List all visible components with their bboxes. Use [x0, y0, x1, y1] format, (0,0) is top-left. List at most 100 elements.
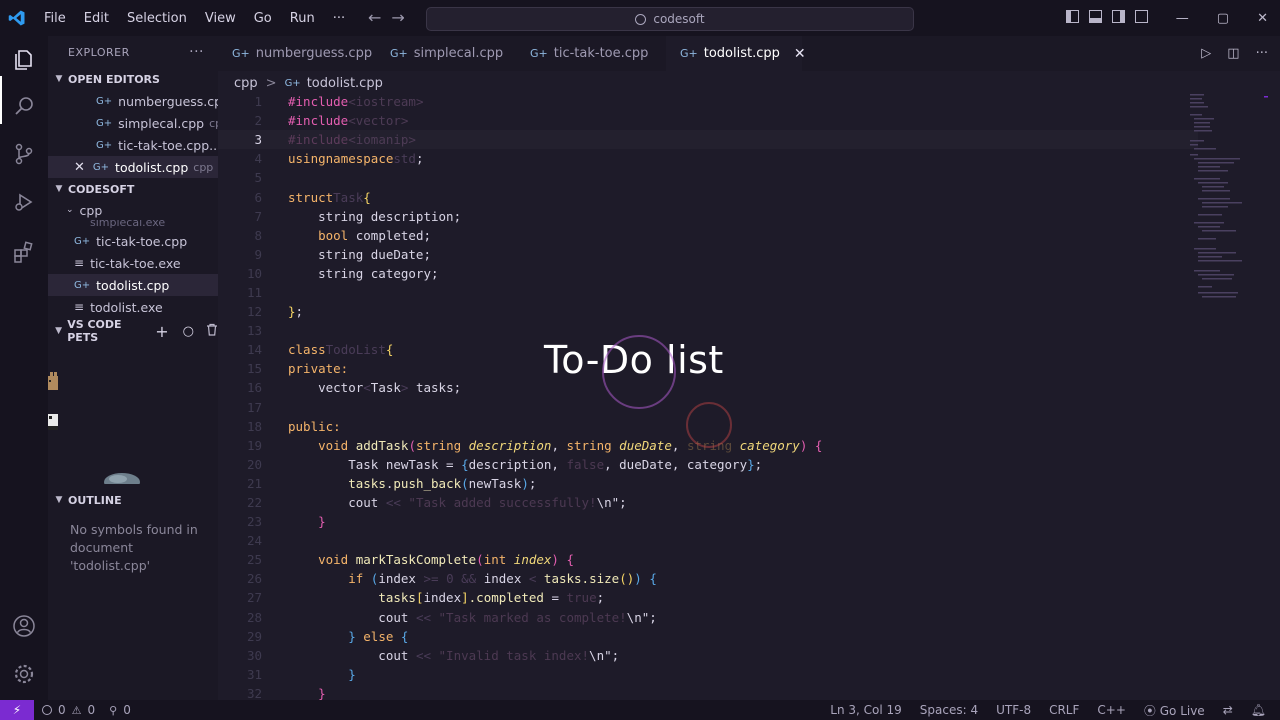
language-mode[interactable]: C++ [1097, 703, 1126, 717]
close-editor-icon[interactable]: ✕ [74, 160, 85, 175]
extensions-icon[interactable] [12, 240, 36, 264]
end-of-line[interactable]: CRLF [1049, 703, 1079, 717]
token: ] [461, 590, 469, 606]
explorer-more-button[interactable]: ··· [189, 44, 204, 60]
file-item[interactable]: G+ tic-tak-toe.cpp [48, 230, 218, 252]
line-number: 19 [246, 437, 262, 453]
menu-selection[interactable]: Selection [127, 11, 187, 26]
token: = [543, 590, 567, 606]
activity-bar [0, 36, 48, 700]
token: completed; [348, 227, 432, 243]
maximize-button[interactable]: ▢ [1217, 11, 1229, 26]
token: Task newTask = [288, 456, 462, 472]
status-bar: ⚡ 0 ⚠ 0 ⚲ 0 Ln 3, Col 19 Spaces: 4 UTF-8… [0, 700, 1280, 720]
token: } [288, 304, 296, 320]
toggle-sidebar-icon[interactable] [1066, 10, 1079, 23]
chevron-down-icon: ▼ [55, 495, 63, 505]
remote-indicator[interactable]: ⚡ [0, 700, 34, 720]
account-sync-icon[interactable]: ⇄ [1223, 703, 1233, 717]
token: << [415, 609, 431, 625]
run-debug-icon[interactable] [12, 190, 36, 214]
outline-section[interactable]: ▼ OUTLINE [48, 489, 218, 511]
file-item[interactable]: ≡ todolist.exe [48, 296, 218, 318]
file-item-active[interactable]: G+ todolist.cpp [48, 274, 218, 296]
open-editor-item-active[interactable]: ✕ G+ todolist.cpp cpp [48, 156, 218, 178]
open-editor-item[interactable]: G+ numberguess.cp... [48, 90, 218, 112]
line-number: 12 [246, 304, 262, 320]
file-name: todolist.exe [90, 299, 163, 315]
menu-more[interactable]: ··· [333, 11, 345, 26]
open-editor-item[interactable]: G+ tic-tak-toe.cpp... [48, 134, 218, 156]
source-control-icon[interactable] [12, 142, 36, 166]
settings-gear-icon[interactable] [12, 662, 36, 686]
token: false [566, 456, 605, 472]
tab-tic-tak-toe[interactable]: G+ tic-tak-toe.cpp [516, 36, 666, 71]
token: [ [415, 590, 424, 606]
cursor-position[interactable]: Ln 3, Col 19 [830, 703, 902, 717]
split-editor-icon[interactable]: ◫ [1227, 46, 1239, 61]
minimize-button[interactable]: — [1176, 11, 1189, 26]
close-window-button[interactable]: ✕ [1257, 11, 1268, 26]
error-count[interactable]: 0 [58, 703, 66, 717]
token: "Task added successfully! [400, 495, 597, 511]
menu-run[interactable]: Run [290, 11, 315, 26]
menu-go[interactable]: Go [254, 11, 272, 26]
open-editor-folder: cpp [209, 116, 218, 130]
toggle-secondary-sidebar-icon[interactable] [1112, 10, 1125, 23]
file-name: simplecal.exe [90, 220, 166, 229]
breadcrumb-folder[interactable]: cpp [234, 76, 258, 91]
file-encoding[interactable]: UTF-8 [996, 703, 1031, 717]
token: ; [754, 456, 763, 472]
open-editor-item[interactable]: G+ simplecal.cpp cpp [48, 112, 218, 134]
cpp-file-icon: G+ [232, 47, 250, 60]
customize-layout-icon[interactable] [1135, 10, 1148, 23]
pet-cat-icon [48, 372, 58, 390]
tab-simplecal[interactable]: G+ simplecal.cpp [376, 36, 516, 71]
workspace-section[interactable]: ▼ CODESOFT [48, 178, 218, 200]
go-live-button[interactable]: ⦿ Go Live [1144, 702, 1205, 719]
token: if [288, 571, 364, 587]
breadcrumb-file[interactable]: todolist.cpp [307, 76, 383, 91]
code-line-current: 3 #include <iomanip> [218, 130, 1198, 149]
forward-arrow-icon[interactable]: → [391, 8, 414, 27]
indentation[interactable]: Spaces: 4 [920, 703, 978, 717]
back-arrow-icon[interactable]: ← [368, 8, 391, 27]
menu-view[interactable]: View [205, 11, 236, 26]
search-icon[interactable] [12, 94, 36, 118]
binary-file-icon: ≡ [74, 256, 85, 270]
line-number: 5 [254, 170, 262, 186]
minimap[interactable] [1188, 92, 1268, 332]
warning-count[interactable]: 0 [88, 703, 96, 717]
token: cout [288, 495, 386, 511]
open-editors-section[interactable]: ▼ OPEN EDITORS [48, 68, 218, 90]
command-center-search[interactable]: codesoft [426, 7, 914, 31]
token: string [415, 437, 462, 453]
toggle-panel-icon[interactable] [1089, 10, 1102, 23]
token: "; [611, 495, 627, 511]
file-item[interactable]: simplecal.exe [48, 220, 218, 230]
accounts-icon[interactable] [12, 614, 36, 638]
token: { [393, 628, 409, 644]
notifications-bell-icon[interactable]: 🔔︎ [1251, 703, 1266, 717]
cpp-file-icon: G+ [96, 117, 113, 129]
tab-numberguess[interactable]: G+ numberguess.cpp [218, 36, 376, 71]
code-line: 22 cout << "Task added successfully! \n "; [218, 493, 1198, 512]
code-editor[interactable]: 1 #include <iostream> 2 #include <vector> … [218, 92, 1198, 703]
broadcast-icon: ⦿ [1143, 703, 1156, 718]
run-code-icon[interactable]: ▷ [1201, 46, 1211, 61]
explorer-files-icon[interactable] [12, 48, 36, 72]
ports-count[interactable]: 0 [123, 703, 131, 717]
open-editor-name: numberguess.cp... [118, 93, 218, 109]
menu-edit[interactable]: Edit [84, 11, 109, 26]
editor-more-button[interactable]: ··· [1256, 46, 1268, 61]
tab-todolist[interactable]: G+ todolist.cpp ✕ [666, 36, 806, 71]
close-tab-icon[interactable]: ✕ [794, 46, 806, 62]
file-item[interactable]: ≡ tic-tak-toe.exe [48, 252, 218, 274]
token: << [415, 647, 431, 663]
line-number: 23 [246, 514, 262, 530]
menu-file[interactable]: File [44, 11, 66, 26]
command-center-text: codesoft [653, 12, 705, 26]
token: string category; [288, 265, 439, 281]
breadcrumb-separator: > [265, 75, 277, 91]
folder-cpp[interactable]: ⌄ cpp [48, 200, 218, 220]
